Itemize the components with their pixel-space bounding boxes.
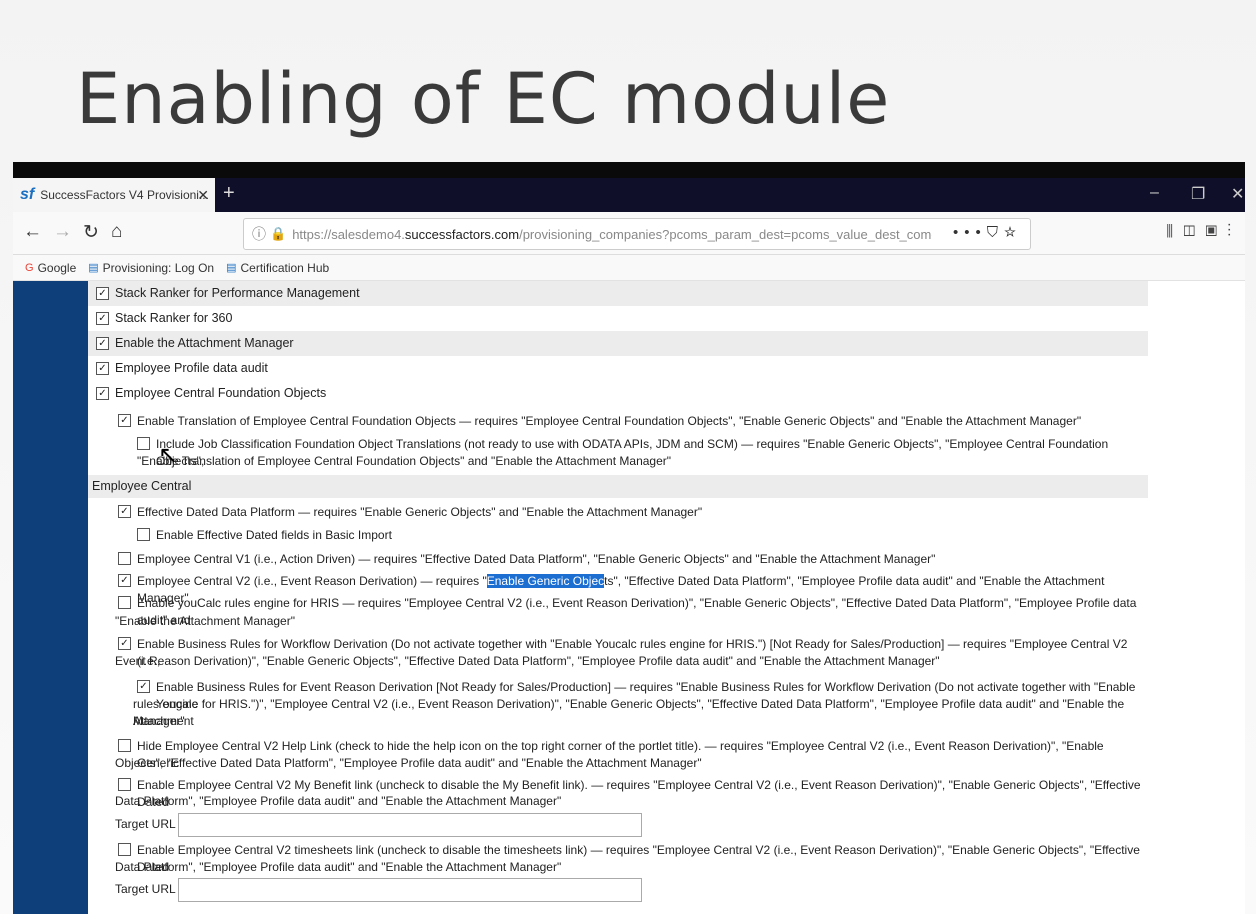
url-text[interactable]: https://salesdemo4.successfactors.com/pr…	[292, 227, 932, 242]
bookmarks-bar: G Google ▤ Provisioning: Log On ▤ Certifica…	[13, 255, 1245, 281]
home-icon[interactable]: ⌂	[111, 221, 122, 243]
setting-row: ✓ Stack Ranker for Performance Managemen…	[88, 281, 1148, 306]
setting-row: ✓ Employee Central Foundation Objects	[88, 381, 1148, 406]
window-top-edge	[13, 162, 1245, 178]
library-icon[interactable]: ⫼	[1166, 223, 1183, 240]
setting-row: Enable Employee Central V2 My Benefit li…	[115, 778, 1141, 809]
setting-row: Hide Employee Central V2 Help Link (chec…	[115, 739, 1104, 770]
setting-row: ✓ Stack Ranker for 360	[88, 306, 1148, 331]
checkbox[interactable]: ✓	[118, 637, 131, 650]
checkbox[interactable]	[118, 552, 131, 565]
target-url-row: Target URL	[88, 811, 1148, 838]
checkbox[interactable]: ✓	[96, 312, 109, 325]
sf-logo-icon: sf	[20, 186, 35, 203]
toolbar-right: ⫼◫▣⋮	[1166, 223, 1241, 240]
setting-row: ✓ Effective Dated Data Platform — requir…	[88, 502, 1148, 526]
setting-row: ✓ Enable the Attachment Manager	[88, 331, 1148, 356]
target-url-row: Target URL	[88, 876, 1148, 903]
minimize-icon[interactable]: –	[1150, 184, 1159, 202]
setting-row: ✓ Employee Central V2 (i.e., Event Reaso…	[88, 571, 1148, 605]
setting-row: ✓ Enable Business Rules for Event Reason…	[133, 680, 1136, 728]
bookmark-provisioning[interactable]: ▤ Provisioning: Log On	[88, 261, 214, 275]
settings-list: ✓ Stack Ranker for Performance Managemen…	[88, 281, 1148, 903]
new-tab-icon[interactable]: +	[223, 182, 235, 205]
bookmark-icon: ▤	[226, 262, 237, 274]
setting-row: ✓ Enable Translation of Employee Central…	[88, 409, 1148, 435]
sidebar-icon[interactable]: ◫	[1183, 223, 1205, 240]
bookmark-google[interactable]: G Google	[25, 261, 76, 275]
setting-row: Employee Central V1 (i.e., Action Driven…	[88, 549, 1148, 571]
text-selection: Enable Generic Objec	[486, 574, 605, 588]
checkbox[interactable]: ✓	[96, 387, 109, 400]
google-icon: G	[25, 261, 34, 274]
target-url-input[interactable]	[178, 878, 642, 902]
nav-bar: ← → ↻ ⌂ ⓘ 🔒 https://salesdemo4.successfa…	[13, 212, 1245, 255]
setting-row: Enable Effective Dated fields in Basic I…	[88, 526, 1148, 549]
tab-strip: sf SuccessFactors V4 Provisioni... ✕ + –…	[13, 178, 1245, 212]
checkbox[interactable]: ✓	[118, 414, 131, 427]
left-sidebar	[13, 281, 88, 914]
close-window-icon[interactable]: ✕	[1231, 184, 1244, 204]
restore-icon[interactable]: ❐	[1191, 184, 1205, 204]
menu-icon[interactable]: ⋮	[1227, 223, 1241, 240]
setting-row: Enable Employee Central V2 timesheets li…	[115, 843, 1140, 874]
checkbox[interactable]: ✓	[118, 505, 131, 518]
checkbox[interactable]: ✓	[137, 680, 150, 693]
url-bar[interactable]: ⓘ 🔒 https://salesdemo4.successfactors.co…	[243, 218, 1031, 250]
back-icon[interactable]: ←	[23, 221, 42, 243]
url-tools: •••⛉☆	[953, 224, 1022, 241]
browser-tab[interactable]: sf SuccessFactors V4 Provisioni... ✕	[13, 178, 215, 212]
setting-row: ✓ Enable Business Rules for Workflow Der…	[115, 637, 1128, 668]
lock-icon: 🔒	[270, 226, 287, 241]
pocket-icon[interactable]: ⛉	[987, 224, 1004, 241]
star-icon[interactable]: ☆	[1004, 224, 1022, 241]
more-icon[interactable]: •••	[953, 224, 987, 241]
checkbox[interactable]	[118, 843, 131, 856]
setting-row: Include Job Classification Foundation Ob…	[137, 437, 1109, 468]
extension-icon[interactable]: ▣	[1205, 223, 1227, 240]
mouse-cursor-icon: ↖	[158, 442, 179, 469]
bookmark-icon: ▤	[88, 262, 99, 274]
page-content: ✓ Stack Ranker for Performance Managemen…	[13, 281, 1245, 914]
checkbox[interactable]	[118, 739, 131, 752]
info-icon[interactable]: ⓘ	[252, 224, 266, 244]
section-header: Employee Central	[88, 475, 1148, 498]
reload-icon[interactable]: ↻	[83, 221, 99, 244]
checkbox[interactable]	[137, 528, 150, 541]
forward-icon[interactable]: →	[53, 221, 72, 243]
slide-title: Enabling of EC module	[76, 58, 891, 140]
checkbox[interactable]	[137, 437, 150, 450]
checkbox[interactable]	[118, 596, 131, 609]
checkbox[interactable]: ✓	[118, 574, 131, 587]
checkbox[interactable]: ✓	[96, 287, 109, 300]
setting-row: Enable youCalc rules engine for HRIS — r…	[115, 596, 1137, 628]
checkbox[interactable]	[118, 778, 131, 791]
tab-title: SuccessFactors V4 Provisioni...	[40, 188, 209, 202]
bookmark-certification[interactable]: ▤ Certification Hub	[226, 261, 329, 275]
setting-row: ✓ Employee Profile data audit	[88, 356, 1148, 381]
browser-window: sf SuccessFactors V4 Provisioni... ✕ + –…	[13, 162, 1245, 914]
checkbox[interactable]: ✓	[96, 362, 109, 375]
checkbox[interactable]: ✓	[96, 337, 109, 350]
close-tab-icon[interactable]: ✕	[197, 187, 209, 204]
target-url-input[interactable]	[178, 813, 642, 837]
